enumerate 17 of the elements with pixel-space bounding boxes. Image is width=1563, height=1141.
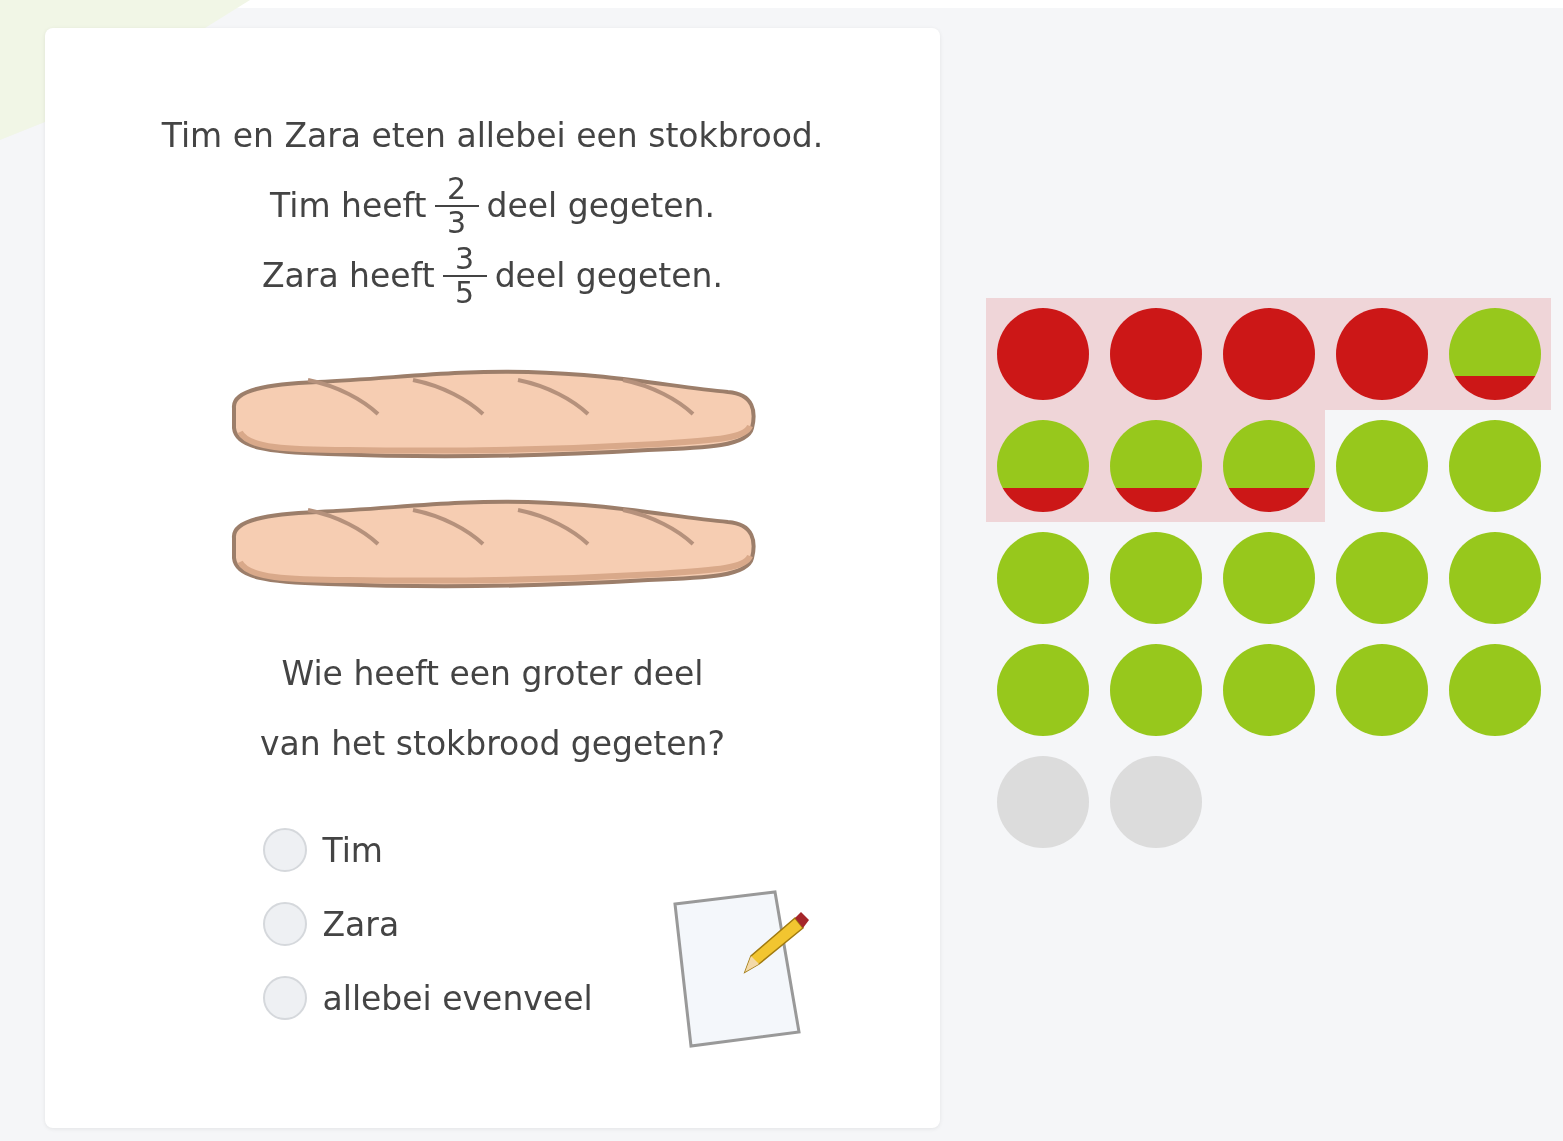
fraction-numerator: 3 — [455, 244, 475, 274]
fraction-denominator: 5 — [455, 278, 475, 308]
question-text: Tim en Zara eten allebei een stokbrood. — [161, 116, 824, 156]
statement-text: deel gegeten. — [486, 186, 715, 226]
statement-text: deel gegeten. — [494, 256, 723, 296]
fraction-numerator: 2 — [447, 174, 467, 204]
option-label[interactable]: Zara — [322, 904, 400, 944]
statement-text: Zara heeft — [262, 256, 435, 296]
question-text: van het stokbrood gegeten? — [260, 724, 725, 764]
option-label[interactable]: Tim — [322, 830, 383, 870]
radio-button[interactable] — [262, 976, 307, 1020]
radio-button[interactable] — [262, 902, 307, 946]
question-text: Wie heeft een groter deel — [281, 654, 704, 694]
statement-text: Tim heeft — [270, 186, 427, 226]
radio-button[interactable] — [262, 828, 307, 872]
option-label[interactable]: allebei evenveel — [322, 978, 593, 1018]
fraction-denominator: 3 — [447, 208, 467, 238]
